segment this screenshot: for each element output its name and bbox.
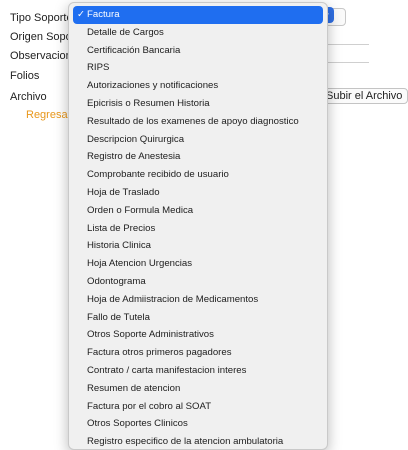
dropdown-option[interactable]: Factura por el cobro al SOAT (73, 398, 323, 416)
upload-file-button[interactable]: Subir el Archivo (320, 88, 408, 104)
dropdown-option-label: Detalle de Cargos (87, 26, 164, 38)
dropdown-option[interactable]: Historia Clinica (73, 237, 323, 255)
dropdown-option[interactable]: Odontograma (73, 273, 323, 291)
dropdown-option-label: Odontograma (87, 275, 146, 287)
dropdown-option[interactable]: Resultado de los examenes de apoyo diagn… (73, 113, 323, 131)
dropdown-option[interactable]: ✓ Factura (73, 6, 323, 24)
dropdown-option-label: Factura otros primeros pagadores (87, 347, 232, 359)
label-tipo-soporte: Tipo Soporte (10, 12, 70, 24)
dropdown-option[interactable]: Fallo de Tutela (73, 309, 323, 327)
dropdown-option-label: Resumen de atencion (87, 382, 181, 394)
dropdown-option[interactable]: Lista de Precios (73, 220, 323, 238)
label-archivo: Archivo (10, 91, 47, 103)
label-observacion: Observacion (10, 50, 70, 62)
dropdown-option[interactable]: Orden o Formula Medica (73, 202, 323, 220)
dropdown-option[interactable]: Otros Soportes Clinicos (73, 415, 323, 433)
dropdown-option[interactable]: Otros Soporte Administrativos (73, 326, 323, 344)
dropdown-option[interactable]: Factura otros primeros pagadores (73, 344, 323, 362)
dropdown-option-label: Hoja Atencion Urgencias (87, 258, 193, 270)
dropdown-option-label: Otros Soporte Administrativos (87, 329, 214, 341)
dropdown-option[interactable]: Epicrisis o Resumen Historia (73, 95, 323, 113)
dropdown-option[interactable]: Descripcion Quirurgica (73, 131, 323, 149)
dropdown-option-label: Hoja de Admiistracion de Medicamentos (87, 293, 259, 305)
dropdown-option-label: Autorizaciones y notificaciones (87, 80, 219, 92)
dropdown-option[interactable]: Resumen de atencion (73, 380, 323, 398)
dropdown-option[interactable]: Certificación Bancaria (73, 42, 323, 60)
back-link[interactable]: Regresar (26, 109, 71, 121)
dropdown-option-label: Registro especifico de la atencion ambul… (87, 436, 284, 448)
dropdown-option-label: Fallo de Tutela (87, 311, 150, 323)
dropdown-option[interactable]: Registro especifico de la atencion ambul… (73, 433, 323, 449)
dropdown-option-label: Hoja de Traslado (87, 186, 160, 198)
dropdown-option-label: Comprobante recibido de usuario (87, 169, 229, 181)
dropdown-option-label: Resultado de los examenes de apoyo diagn… (87, 115, 299, 127)
dropdown-option[interactable]: Hoja Atencion Urgencias (73, 255, 323, 273)
dropdown-option[interactable]: Hoja de Traslado (73, 184, 323, 202)
dropdown-option-label: Descripcion Quirurgica (87, 133, 185, 145)
dropdown-option[interactable]: Comprobante recibido de usuario (73, 166, 323, 184)
dropdown-option[interactable]: Detalle de Cargos (73, 24, 323, 42)
dropdown-option-label: Factura por el cobro al SOAT (87, 400, 212, 412)
dropdown-option[interactable]: Contrato / carta manifestacion interes (73, 362, 323, 380)
dropdown-option-label: Otros Soportes Clinicos (87, 418, 188, 430)
dropdown-option-label: Registro de Anestesia (87, 151, 181, 163)
dropdown-option[interactable]: Hoja de Admiistracion de Medicamentos (73, 291, 323, 309)
dropdown-option-label: Epicrisis o Resumen Historia (87, 97, 210, 109)
dropdown-option[interactable]: RIPS (73, 59, 323, 77)
dropdown-option-label: RIPS (87, 62, 110, 74)
tipo-soporte-dropdown[interactable]: ✓ Factura Detalle de Cargos Certificación B… (68, 2, 328, 450)
dropdown-option[interactable]: Registro de Anestesia (73, 148, 323, 166)
label-folios: Folios (10, 70, 40, 82)
dropdown-option-label: Contrato / carta manifestacion interes (87, 364, 247, 376)
checkmark-icon: ✓ (77, 9, 85, 20)
dropdown-option-label: Lista de Precios (87, 222, 156, 234)
dropdown-option[interactable]: Autorizaciones y notificaciones (73, 77, 323, 95)
dropdown-options-list: ✓ Factura Detalle de Cargos Certificación B… (69, 3, 327, 449)
dropdown-option-label: Certificación Bancaria (87, 44, 181, 56)
dropdown-option-label: Factura (87, 9, 120, 20)
dropdown-option-label: Orden o Formula Medica (87, 204, 194, 216)
dropdown-option-label: Historia Clinica (87, 240, 151, 252)
label-origen-soporte: Origen Soporte (10, 31, 70, 43)
